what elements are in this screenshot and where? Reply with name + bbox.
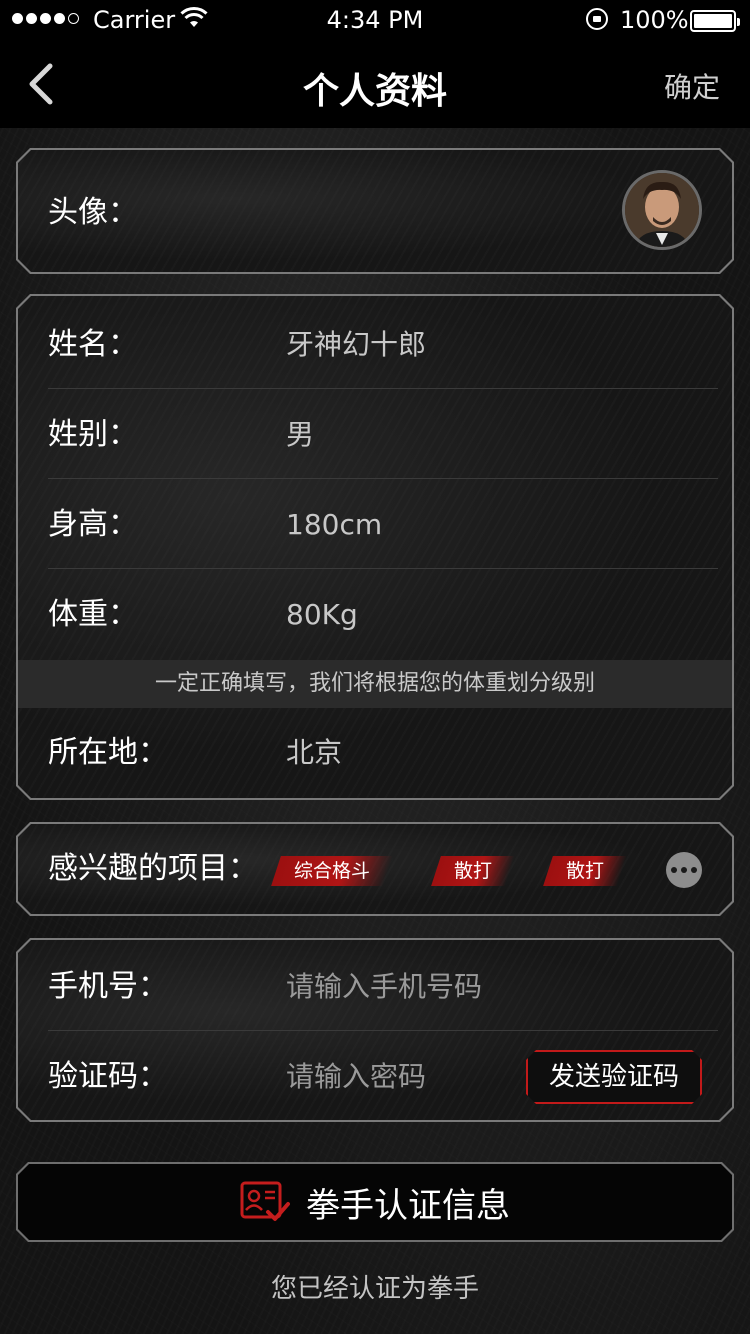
divider: [48, 478, 718, 479]
rotation-lock-icon: [586, 8, 608, 30]
certification-status-text: 您已经认证为拳手: [270, 1274, 479, 1304]
location-label: 所在地：: [48, 735, 168, 770]
height-row[interactable]: 身高： 180cm: [18, 480, 732, 570]
weight-notice: 一定正确填写，我们将根据您的体重划分级别: [18, 660, 732, 708]
name-value: 牙神幻十郎: [286, 328, 427, 361]
weight-value: 80Kg: [286, 598, 358, 631]
phone-label: 手机号：: [48, 969, 168, 1004]
interest-tags: 综合格斗 散打 散打: [276, 856, 656, 886]
avatar-card: 头像：: [16, 148, 734, 274]
page-title: 个人资料: [302, 71, 447, 112]
divider: [48, 568, 718, 569]
phone-input[interactable]: 请输入手机号码: [286, 942, 482, 1032]
send-code-button[interactable]: 发送验证码: [526, 1050, 702, 1104]
user-photo-icon: [625, 173, 699, 247]
code-input[interactable]: 请输入密码: [286, 1032, 426, 1122]
status-bar: Carrier 4:34 PM 100%: [0, 0, 750, 40]
weight-label: 体重：: [48, 597, 138, 632]
avatar-label: 头像：: [48, 195, 138, 230]
height-label: 身高：: [48, 507, 138, 542]
code-row: 验证码： 请输入密码 发送验证码: [18, 1032, 732, 1122]
name-label: 姓名：: [48, 327, 138, 362]
code-label: 验证码：: [48, 1059, 168, 1094]
nav-bar: 个人资料 确定: [0, 40, 750, 128]
profile-card: 姓名： 牙神幻十郎 姓别： 男 身高： 180cm 体重： 80Kg 一定正确填…: [16, 294, 734, 800]
interest-tag[interactable]: 综合格斗: [271, 856, 393, 886]
battery-percent: 100%: [620, 6, 689, 34]
interest-tag[interactable]: 散打: [543, 856, 627, 886]
id-card-check-icon: [240, 1180, 290, 1224]
contact-card: 手机号： 请输入手机号码 验证码： 请输入密码 发送验证码: [16, 938, 734, 1122]
gender-row[interactable]: 姓别： 男: [18, 390, 732, 480]
phone-row: 手机号： 请输入手机号码: [18, 942, 732, 1032]
more-icon[interactable]: [666, 852, 702, 888]
avatar[interactable]: [622, 170, 702, 250]
weight-row[interactable]: 体重： 80Kg: [18, 570, 732, 660]
battery-icon: [690, 10, 740, 32]
height-value: 180cm: [286, 508, 383, 541]
interests-label: 感兴趣的项目：: [48, 851, 258, 886]
interests-card: 感兴趣的项目： 综合格斗 散打 散打: [16, 822, 734, 916]
location-value: 北京: [286, 736, 343, 769]
interest-tag[interactable]: 散打: [431, 856, 515, 886]
divider: [48, 388, 718, 389]
certification-button[interactable]: 拳手认证信息: [16, 1162, 734, 1242]
confirm-button[interactable]: 确定: [664, 66, 720, 106]
gender-value: 男: [286, 418, 315, 451]
certification-button-label: 拳手认证信息: [306, 1185, 510, 1226]
location-row[interactable]: 所在地： 北京: [18, 708, 732, 798]
gender-label: 姓别：: [48, 417, 138, 452]
name-row[interactable]: 姓名： 牙神幻十郎: [18, 300, 732, 390]
divider: [48, 1030, 718, 1031]
